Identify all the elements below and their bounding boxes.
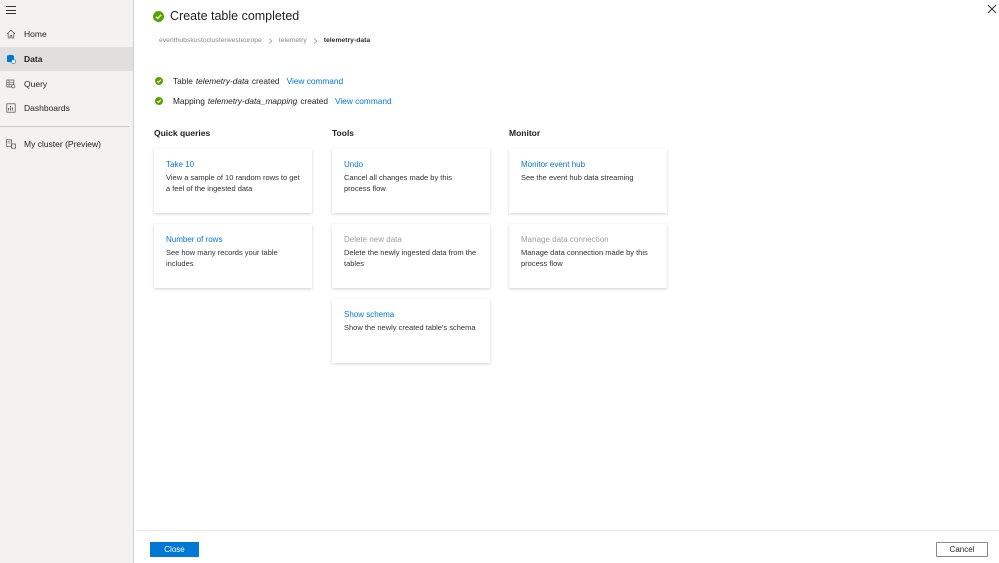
close-button[interactable]: Close [150,542,199,557]
section-title-monitor: Monitor [509,128,541,138]
page-header: Create table completed [153,9,299,23]
query-icon [6,79,16,89]
card-number-of-rows[interactable]: Number of rows See how many records your… [154,224,312,288]
card-undo[interactable]: Undo Cancel all changes made by this pro… [332,149,490,213]
card-description: See how many records your table includes [166,248,278,268]
sidebar-item-label: Query [24,79,48,89]
dashboards-icon [6,103,16,113]
sidebar-item-label: Home [24,29,47,39]
card-title[interactable]: Undo [344,160,478,169]
sidebar-item-data[interactable]: Data [0,47,133,71]
sidebar-item-label: Data [24,54,43,64]
footer-divider [135,530,999,531]
status-object-name: telemetry-data [195,76,249,86]
card-show-schema[interactable]: Show schema Show the newly created table… [332,299,490,363]
view-command-link[interactable]: View command [287,76,344,86]
view-command-link[interactable]: View command [335,96,392,106]
sidebar: Home Data Query Dashboards My cluster (P… [0,0,134,563]
card-monitor-event-hub[interactable]: Monitor event hub See the event hub data… [509,149,667,213]
home-icon [6,29,16,39]
status-prefix: Mapping [173,96,205,106]
close-icon[interactable] [987,4,997,14]
cancel-button[interactable]: Cancel [936,542,988,557]
status-suffix: created [251,76,280,86]
card-description: Show the newly created table's schema [344,323,476,332]
data-icon [7,54,16,64]
success-check-icon [155,97,163,105]
sidebar-item-query[interactable]: Query [0,72,133,96]
success-check-icon [155,77,163,85]
card-title: Manage data connection [521,235,609,244]
card-take-10[interactable]: Take 10 View a sample of 10 random rows … [154,149,312,213]
sidebar-divider [0,126,129,127]
sidebar-item-dashboards[interactable]: Dashboards [0,96,133,120]
card-title[interactable]: Take 10 [166,160,300,169]
card-manage-data-connection: Manage data connection Manage data conne… [509,224,667,288]
card-delete-new-data: Delete new data Delete the newly ingeste… [332,224,490,288]
sidebar-item-label: My cluster (Preview) [24,139,101,149]
page-title: Create table completed [170,9,300,23]
chevron-right-icon [268,37,273,44]
success-check-icon [153,10,164,22]
card-title: Delete new data [344,235,402,244]
hamburger-icon[interactable] [6,6,16,14]
status-table-created: Table telemetry-data created View comman… [155,76,343,86]
section-title-quick-queries: Quick queries [154,128,211,138]
card-description: See the event hub data streaming [521,173,634,182]
breadcrumb-table: telemetry-data [323,37,371,44]
card-description: Cancel all changes made by this process … [344,173,452,193]
cluster-icon [6,139,16,149]
card-title[interactable]: Number of rows [166,235,300,244]
status-prefix: Table [173,76,193,86]
chevron-right-icon [313,37,318,44]
card-title[interactable]: Show schema [344,310,478,319]
sidebar-item-label: Dashboards [24,103,70,113]
breadcrumb-database[interactable]: telemetry [279,37,307,44]
sidebar-item-home[interactable]: Home [0,22,133,46]
card-description: Delete the newly ingested data from the … [344,248,477,268]
section-title-tools: Tools [332,128,355,138]
card-title[interactable]: Monitor event hub [521,160,655,169]
card-description: Manage data connection made by this proc… [521,248,648,268]
status-suffix: created [300,96,328,106]
status-mapping-created: Mapping telemetry-data_mapping created V… [155,96,392,106]
sidebar-item-my-cluster[interactable]: My cluster (Preview) [0,132,133,156]
status-object-name: telemetry-data_mapping [207,96,298,106]
card-description: View a sample of 10 random rows to get a… [166,173,300,193]
breadcrumb-cluster[interactable]: eventhubskustoclusterwesteurope [159,37,262,44]
breadcrumb: eventhubskustoclusterwesteurope telemetr… [159,37,370,44]
